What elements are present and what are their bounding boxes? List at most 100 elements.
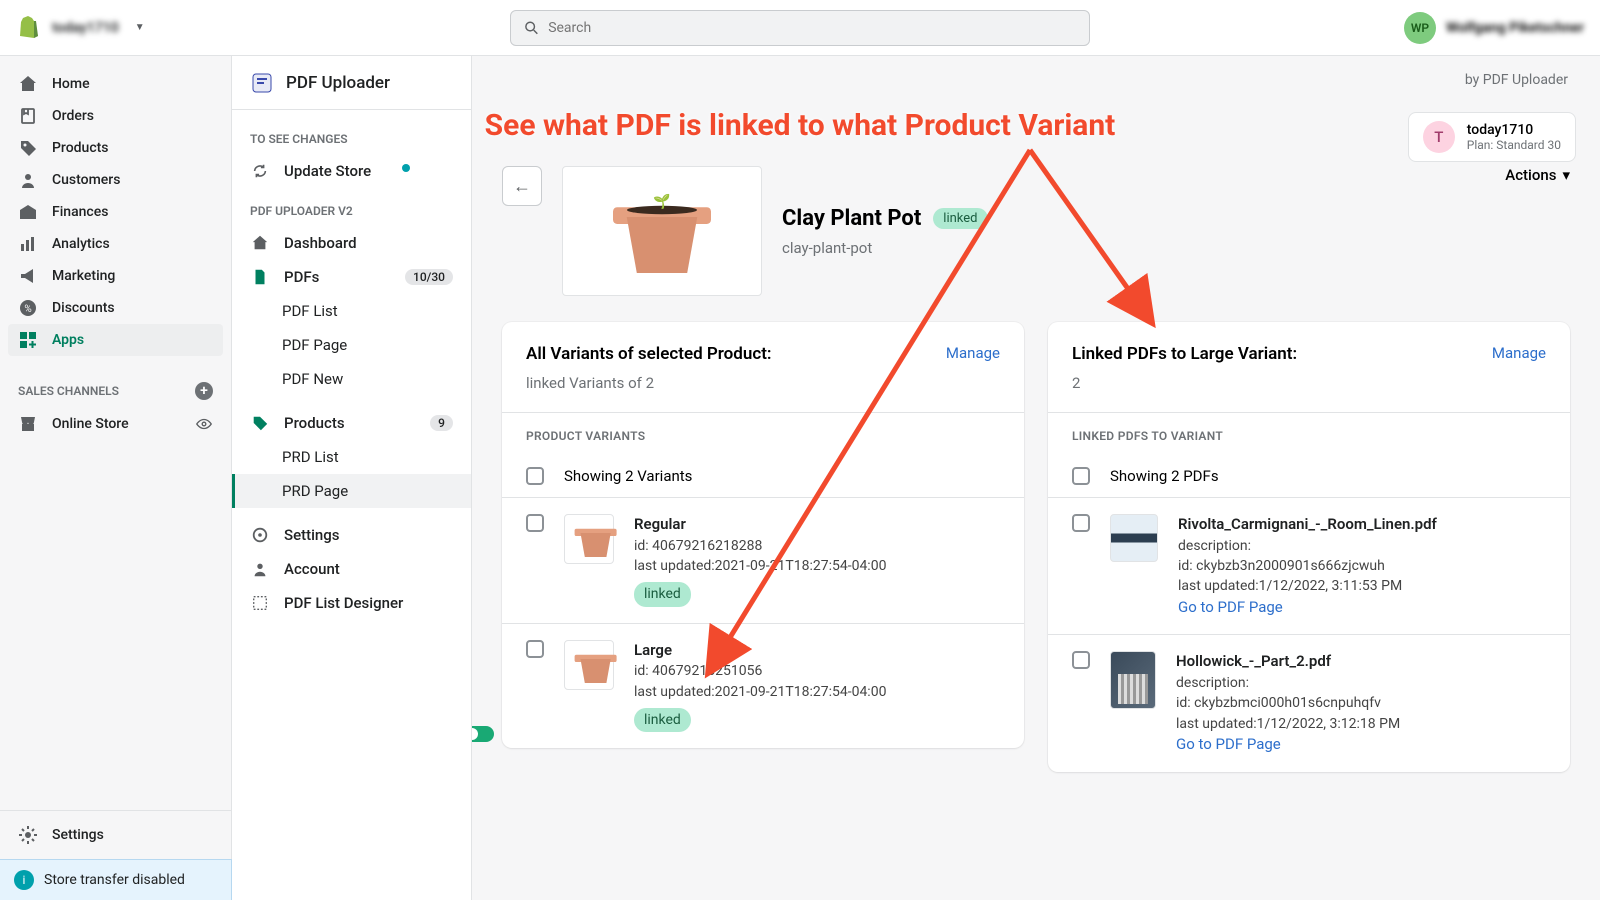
sec-products-label: Products xyxy=(284,414,345,432)
chevron-down-icon: ▼ xyxy=(135,22,145,33)
home-icon xyxy=(250,234,270,252)
sec-pdf-list[interactable]: PDF List xyxy=(232,294,471,328)
nav-marketing[interactable]: Marketing xyxy=(0,260,231,292)
go-to-pdf-link[interactable]: Go to PDF Page xyxy=(1178,597,1437,619)
sec-prd-page[interactable]: PRD Page xyxy=(232,474,471,508)
file-icon xyxy=(250,268,270,286)
nav-online-store[interactable]: Online Store xyxy=(0,408,231,440)
avatar: WP xyxy=(1404,12,1436,44)
transfer-text: Store transfer disabled xyxy=(44,872,185,888)
sec-settings[interactable]: Settings xyxy=(232,518,471,552)
sec-designer-label: PDF List Designer xyxy=(284,594,403,612)
actions-button[interactable]: Actions ▾ xyxy=(1505,166,1570,184)
search-box[interactable] xyxy=(510,10,1090,46)
finances-icon xyxy=(18,202,38,222)
chevron-down-icon: ▾ xyxy=(1562,166,1570,184)
pdf-updated: last updated:1/12/2022, 3:12:18 PM xyxy=(1176,714,1400,734)
pdf-id: id: ckybzbmci000h01s6cnpuhqfv xyxy=(1176,693,1400,713)
nav-home-label: Home xyxy=(52,76,90,92)
sec-account-label: Account xyxy=(284,560,340,578)
sec-pdf-page[interactable]: PDF Page xyxy=(232,328,471,362)
sec-dashboard[interactable]: Dashboard xyxy=(232,226,471,260)
nav-marketing-label: Marketing xyxy=(52,268,115,284)
nav-orders-label: Orders xyxy=(52,108,94,124)
analytics-icon xyxy=(18,234,38,254)
orders-icon xyxy=(18,106,38,126)
gear-icon xyxy=(18,825,38,845)
info-icon: i xyxy=(14,870,34,890)
sec-account[interactable]: Account xyxy=(232,552,471,586)
pdfs-count: 10/30 xyxy=(405,269,453,285)
sec-pdf-page-label: PDF Page xyxy=(282,336,347,354)
go-to-pdf-link[interactable]: Go to PDF Page xyxy=(1176,734,1400,756)
update-store[interactable]: Update Store xyxy=(232,154,471,188)
manage-pdfs-link[interactable]: Manage xyxy=(1492,344,1546,362)
nav-discounts[interactable]: %Discounts xyxy=(0,292,231,324)
nav-settings-label: Settings xyxy=(52,827,104,843)
sec-pdf-list-label: PDF List xyxy=(282,302,338,320)
nav-customers[interactable]: Customers xyxy=(0,164,231,196)
plan-avatar: T xyxy=(1423,121,1455,153)
sec-prd-list-label: PRD List xyxy=(282,448,339,466)
app-logo-icon xyxy=(250,71,274,95)
sales-channels-header: SALES CHANNELS + xyxy=(0,368,231,408)
customers-icon xyxy=(18,170,38,190)
nav-settings[interactable]: Settings xyxy=(0,811,231,859)
search-input[interactable] xyxy=(548,20,1077,36)
designer-icon xyxy=(250,594,270,612)
pdf-uploader-heading: PDF UPLOADER V2 xyxy=(232,196,471,226)
add-channel-button[interactable]: + xyxy=(195,382,213,400)
sec-products[interactable]: Products9 xyxy=(232,406,471,440)
nav-products[interactable]: Products xyxy=(0,132,231,164)
variant-toggle[interactable] xyxy=(472,726,494,742)
pdf-desc: description: xyxy=(1176,673,1400,693)
update-store-label: Update Store xyxy=(284,162,371,180)
pdf-name: Rivolta_Carmignani_-_Room_Linen.pdf xyxy=(1178,514,1437,536)
eye-icon[interactable] xyxy=(195,415,213,433)
sec-prd-page-label: PRD Page xyxy=(282,482,348,500)
account-menu[interactable]: WP Wolfgang Piketschner xyxy=(1404,12,1584,44)
nav-orders[interactable]: Orders xyxy=(0,100,231,132)
annotation-text: See what PDF is linked to what Product V… xyxy=(485,108,1116,143)
plan-card[interactable]: T today1710 Plan: Standard 30 xyxy=(1408,112,1576,162)
apps-icon xyxy=(18,330,38,350)
store-icon xyxy=(18,414,38,434)
search-icon xyxy=(523,19,540,37)
nav-analytics-label: Analytics xyxy=(52,236,110,252)
app-header: PDF Uploader xyxy=(232,56,471,110)
sec-pdfs[interactable]: PDFs 10/30 xyxy=(232,260,471,294)
transfer-banner[interactable]: i Store transfer disabled xyxy=(0,859,232,900)
store-selector[interactable]: today1710 ▼ xyxy=(16,16,145,40)
nav-analytics[interactable]: Analytics xyxy=(0,228,231,260)
products-icon xyxy=(18,138,38,158)
pdf-id: id: ckybzb3n2000901s666zjcwuh xyxy=(1178,556,1437,576)
nav-home[interactable]: Home xyxy=(0,68,231,100)
nav-finances[interactable]: Finances xyxy=(0,196,231,228)
home-icon xyxy=(18,74,38,94)
secondary-nav: PDF Uploader TO SEE CHANGES Update Store… xyxy=(232,56,472,900)
nav-apps[interactable]: Apps xyxy=(8,324,223,356)
sync-icon xyxy=(250,162,270,180)
annotation-arrow-icon xyxy=(1020,140,1220,340)
nav-finances-label: Finances xyxy=(52,204,108,220)
person-icon xyxy=(250,560,270,578)
select-all-checkbox[interactable] xyxy=(526,467,544,485)
pdf-desc: description: xyxy=(1178,536,1437,556)
pdf-updated: last updated:1/12/2022, 3:11:53 PM xyxy=(1178,576,1437,596)
back-button[interactable]: ← xyxy=(502,166,542,206)
sec-pdfs-label: PDFs xyxy=(284,268,319,286)
row-checkbox[interactable] xyxy=(526,514,544,532)
to-see-changes-heading: TO SEE CHANGES xyxy=(232,124,471,154)
discounts-icon: % xyxy=(18,298,38,318)
sec-prd-list[interactable]: PRD List xyxy=(232,440,471,474)
sec-dashboard-label: Dashboard xyxy=(284,234,357,252)
nav-customers-label: Customers xyxy=(52,172,120,188)
primary-nav: Home Orders Products Customers Finances … xyxy=(0,56,232,900)
sec-pdf-new[interactable]: PDF New xyxy=(232,362,471,396)
variant-linked-badge: linked xyxy=(634,708,691,732)
shopify-logo-icon xyxy=(16,16,40,40)
actions-label: Actions xyxy=(1505,166,1556,184)
pdf-name: Hollowick_-_Part_2.pdf xyxy=(1176,651,1400,673)
row-checkbox[interactable] xyxy=(526,640,544,658)
sec-designer[interactable]: PDF List Designer xyxy=(232,586,471,620)
